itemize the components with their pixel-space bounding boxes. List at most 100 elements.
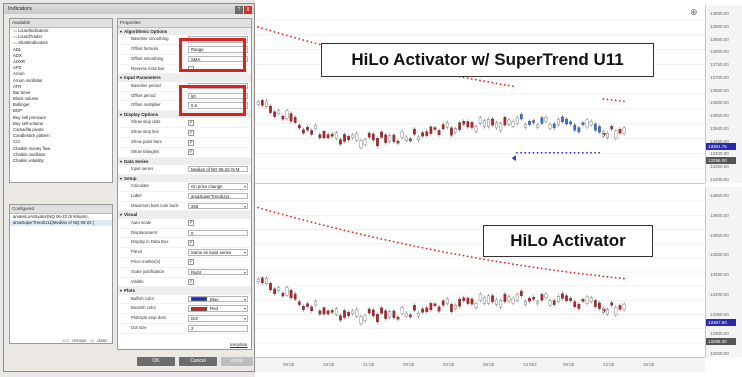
collapse-icon[interactable]: ▾ xyxy=(120,288,122,293)
property-input[interactable]: Median of NQ 06-22 (5 M xyxy=(188,165,248,173)
property-row: Dot size 2 xyxy=(118,324,251,334)
property-label: Displacement xyxy=(131,229,158,235)
property-section-header[interactable]: ▾ Visual xyxy=(118,211,251,219)
properties-header: Properties xyxy=(118,19,251,28)
property-checkbox[interactable]: ✓ xyxy=(188,239,194,246)
collapse-icon[interactable]: ▾ xyxy=(120,29,122,34)
property-section-header[interactable]: ▾ Input Parameters xyxy=(118,74,251,82)
property-checkbox[interactable]: ✓ xyxy=(188,279,194,286)
collapse-icon[interactable]: ▾ xyxy=(120,176,122,181)
color-picker[interactable]: Blue xyxy=(188,295,248,303)
candle xyxy=(265,278,268,284)
ok-button[interactable]: OK xyxy=(137,357,175,366)
stop-dot-bearish xyxy=(483,258,486,261)
property-checkbox[interactable]: ✓ xyxy=(188,149,194,156)
candle xyxy=(388,135,392,142)
property-input[interactable]: amaSuperTrendU11 xyxy=(188,192,248,200)
remove-link[interactable]: remove xyxy=(72,338,86,343)
property-input[interactable]: 0 xyxy=(188,229,248,237)
collapse-icon[interactable]: ▾ xyxy=(120,159,122,164)
template-link[interactable]: template xyxy=(230,342,247,347)
candle xyxy=(450,127,453,136)
price-tick-label: 13600.00 xyxy=(710,100,729,106)
property-value: Median of NQ 06-22 (5 M xyxy=(191,166,240,172)
property-dropdown[interactable]: 256 xyxy=(188,202,248,210)
stop-dot-bearish xyxy=(277,212,280,215)
property-input[interactable]: 2 xyxy=(188,325,248,332)
price-axis-bottom[interactable]: 13650.00 13600.00 13550.00 13500.00 13450.00… xyxy=(705,187,742,357)
price-tick-label: 13300.00 xyxy=(710,331,729,337)
property-dropdown[interactable]: On price change xyxy=(188,183,248,190)
stop-dot-bearish xyxy=(265,209,268,211)
property-checkbox[interactable]: ✓ xyxy=(188,259,194,266)
candle xyxy=(363,139,367,146)
property-row: Show triangles ✓ xyxy=(118,148,251,158)
collapse-icon[interactable]: ▾ xyxy=(120,112,122,117)
chart-panel-bottom[interactable] xyxy=(255,187,705,358)
property-value: Red xyxy=(210,306,218,312)
collapse-icon[interactable]: ▾ xyxy=(120,75,122,80)
price-marker: 13361.75 xyxy=(706,143,736,150)
property-checkbox[interactable]: ✓ xyxy=(188,139,194,146)
configured-indicators-list[interactable]: Configured amaHiLoActivator(NQ 06-22 (5 … xyxy=(9,204,113,344)
close-button[interactable]: X xyxy=(244,6,252,14)
candle xyxy=(376,314,379,323)
up-link[interactable]: up xyxy=(90,338,95,343)
property-checkbox[interactable]: ✓ xyxy=(188,129,194,136)
available-item-label: Bar timer xyxy=(13,89,31,95)
stop-dot-bearish xyxy=(618,100,621,102)
configured-item-selected[interactable]: amaSuperTrendU11(Median of NQ 06-22 ( xyxy=(10,220,112,226)
available-item-label: Aroon xyxy=(13,71,25,77)
property-dropdown[interactable]: Dot xyxy=(188,315,248,322)
property-row: Auto scale ✓ xyxy=(118,219,251,229)
add-link[interactable]: add xyxy=(62,338,69,343)
candle xyxy=(281,115,285,120)
property-dropdown[interactable]: Right xyxy=(188,268,248,276)
stop-dot-bearish xyxy=(421,246,424,249)
candle xyxy=(441,300,445,306)
candle xyxy=(413,128,416,135)
property-checkbox[interactable]: ✓ xyxy=(188,119,194,126)
available-item[interactable]: Chaikin volatility xyxy=(10,158,112,164)
candle xyxy=(376,138,379,147)
chart-panel-top[interactable] xyxy=(255,5,705,184)
candle xyxy=(417,313,420,317)
candle xyxy=(593,300,597,307)
down-link[interactable]: down xyxy=(97,338,107,343)
property-dropdown[interactable]: Same as input series xyxy=(188,249,248,256)
property-section-header[interactable]: ▾ Data Series xyxy=(118,157,251,165)
property-section-header[interactable]: ▾ Plots xyxy=(118,287,251,295)
available-indicators-list[interactable]: Available ▭LizardIndicators ▭LizardTrader… xyxy=(9,18,113,183)
property-section-header[interactable]: ▾ Setup xyxy=(118,174,251,183)
candle xyxy=(417,136,420,141)
stop-dot-bearish xyxy=(499,83,502,85)
stop-dot-bearish xyxy=(392,240,395,243)
stop-dot-bearish xyxy=(298,217,301,220)
stop-dot-bullish xyxy=(536,151,539,154)
stop-dot-bearish xyxy=(614,99,617,102)
time-axis[interactable]: 09:00 18:00 21:00 00:00 03:00 06:00 14 Mrz 09:0… xyxy=(255,358,705,372)
chart-crosshair-icon[interactable]: ⊕ xyxy=(690,7,698,18)
candle xyxy=(425,307,429,313)
candle xyxy=(260,100,264,106)
property-checkbox[interactable]: ✓ xyxy=(188,220,194,227)
available-item-label: BOP xyxy=(13,108,23,114)
color-picker[interactable]: Red xyxy=(188,305,248,312)
dialog-titlebar[interactable]: Indicators ? X xyxy=(4,4,254,14)
help-button[interactable]: ? xyxy=(235,6,243,14)
collapse-icon[interactable]: ▾ xyxy=(120,212,122,217)
property-label: Label xyxy=(131,192,142,198)
candle xyxy=(314,125,318,129)
candle xyxy=(581,122,585,125)
apply-button[interactable]: Apply xyxy=(221,357,253,366)
candle xyxy=(565,295,568,301)
candle xyxy=(598,126,601,133)
price-tick-label: 13850.00 xyxy=(710,36,729,42)
stop-dot-bearish xyxy=(618,277,621,280)
available-header: Available xyxy=(10,19,112,28)
cancel-button[interactable]: Cancel xyxy=(179,357,217,366)
price-tick-label: 13650.00 xyxy=(710,193,729,198)
stop-dot-bearish xyxy=(372,236,375,239)
property-section-header[interactable]: ▾ Algorithmic Options xyxy=(118,28,251,36)
candle xyxy=(458,298,461,307)
